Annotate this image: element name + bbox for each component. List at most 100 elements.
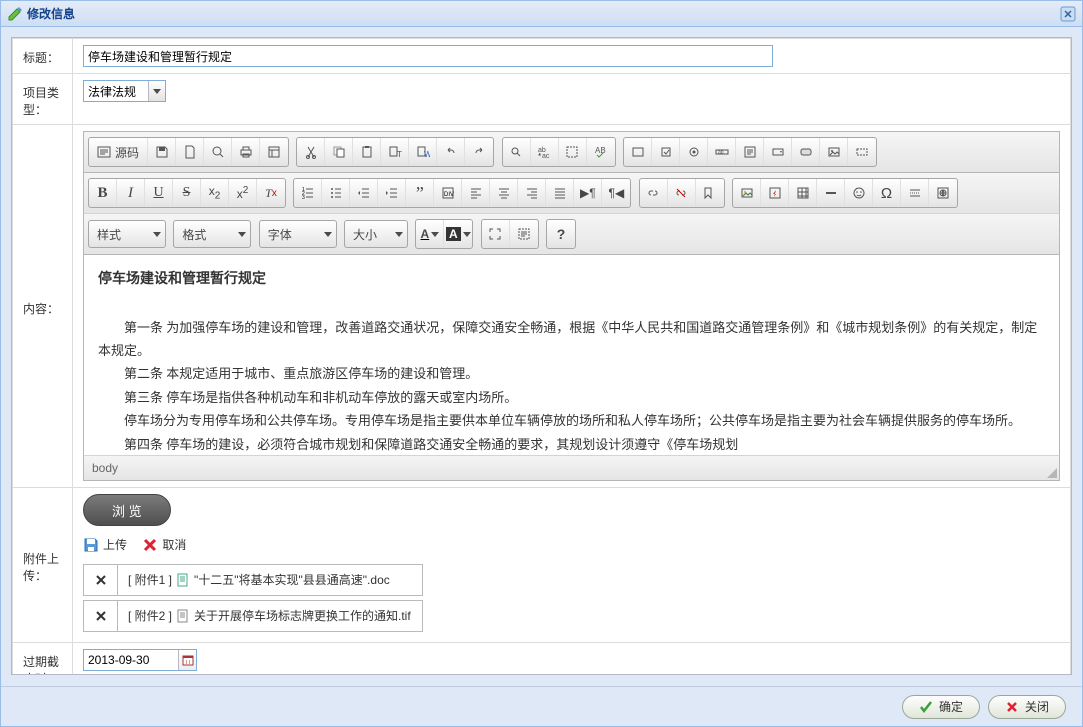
upload-link[interactable]: 上传 <box>83 536 127 553</box>
blockquote-icon[interactable]: ” <box>406 179 434 207</box>
pagebreak-icon[interactable] <box>901 179 929 207</box>
bold-button[interactable]: B <box>89 179 117 207</box>
radio-icon[interactable] <box>680 138 708 166</box>
link-icon[interactable] <box>640 179 668 207</box>
delete-attachment-button[interactable] <box>84 565 118 595</box>
browse-button[interactable]: 浏 览 <box>83 494 171 526</box>
selectall-icon[interactable] <box>559 138 587 166</box>
deadline-input[interactable] <box>84 653 178 667</box>
superscript-button[interactable]: x2 <box>229 179 257 207</box>
removeformat-button[interactable]: Tx <box>257 179 285 207</box>
elements-path[interactable]: body <box>92 461 118 475</box>
align-left-icon[interactable] <box>462 179 490 207</box>
attachment-name: "十二五"将基本实现"县县通高速".doc <box>194 571 390 588</box>
redo-icon[interactable] <box>465 138 493 166</box>
ok-button[interactable]: 确定 <box>902 695 980 719</box>
close-icon[interactable] <box>1060 6 1076 22</box>
form-icon[interactable] <box>624 138 652 166</box>
ltr-icon[interactable]: ▶¶ <box>574 179 602 207</box>
maximize-icon[interactable] <box>482 220 510 248</box>
editor-toolbar-2: B I U S x2 x2 Tx 123 <box>83 172 1060 213</box>
anchor-icon[interactable] <box>696 179 724 207</box>
showblocks-icon[interactable] <box>510 220 538 248</box>
iframe-icon[interactable] <box>929 179 957 207</box>
checkbox-icon[interactable] <box>652 138 680 166</box>
delete-attachment-button[interactable] <box>84 601 118 631</box>
x-icon <box>1005 700 1019 714</box>
resize-grip-icon[interactable] <box>1047 468 1057 478</box>
image-icon[interactable] <box>733 179 761 207</box>
new-page-icon[interactable] <box>176 138 204 166</box>
specialchar-icon[interactable]: Ω <box>873 179 901 207</box>
indent-icon[interactable] <box>378 179 406 207</box>
check-icon <box>919 700 933 714</box>
replace-icon[interactable]: abac <box>531 138 559 166</box>
close-button[interactable]: 关闭 <box>988 695 1066 719</box>
unlink-icon[interactable] <box>668 179 696 207</box>
paste-word-icon[interactable]: W <box>409 138 437 166</box>
flash-icon[interactable] <box>761 179 789 207</box>
deadline-datepicker[interactable] <box>83 649 197 671</box>
outdent-icon[interactable] <box>350 179 378 207</box>
bulletlist-icon[interactable] <box>322 179 350 207</box>
paste-icon[interactable] <box>353 138 381 166</box>
bgcolor-button[interactable]: A <box>444 220 472 248</box>
title-input[interactable] <box>83 45 773 67</box>
smiley-icon[interactable] <box>845 179 873 207</box>
calendar-icon[interactable] <box>178 650 196 670</box>
attachment-row: [ 附件2 ] 关于开展停车场标志牌更换工作的通知.tif <box>83 600 423 632</box>
rich-editor: 源码 <box>83 131 1060 481</box>
styles-select[interactable]: 样式 <box>88 220 166 248</box>
content-heading: 停车场建设和管理暂行规定 <box>98 267 1045 292</box>
strike-button[interactable]: S <box>173 179 201 207</box>
print-icon[interactable] <box>232 138 260 166</box>
align-center-icon[interactable] <box>490 179 518 207</box>
paste-text-icon[interactable]: T <box>381 138 409 166</box>
numberlist-icon[interactable]: 123 <box>294 179 322 207</box>
save-icon <box>83 537 99 553</box>
templates-icon[interactable] <box>260 138 288 166</box>
preview-icon[interactable] <box>204 138 232 166</box>
cancel-link[interactable]: 取消 <box>142 536 186 553</box>
svg-text:ac: ac <box>542 153 550 159</box>
attachment-name: 关于开展停车场标志牌更换工作的通知.tif <box>194 607 411 624</box>
source-button[interactable]: 源码 <box>89 138 148 166</box>
titlebar: 修改信息 <box>1 1 1082 27</box>
align-right-icon[interactable] <box>518 179 546 207</box>
save-icon[interactable] <box>148 138 176 166</box>
project-type-select[interactable] <box>83 80 166 102</box>
hr-icon[interactable] <box>817 179 845 207</box>
imagebtn-icon[interactable] <box>820 138 848 166</box>
project-type-value[interactable] <box>84 81 148 101</box>
textfield-icon[interactable]: ab <box>708 138 736 166</box>
editor-toolbar-3: 样式 格式 字体 大小 A A <box>83 213 1060 255</box>
textcolor-button[interactable]: A <box>416 220 444 248</box>
attachment-row: [ 附件1 ] "十二五"将基本实现"县县通高速".doc <box>83 564 423 596</box>
format-select[interactable]: 格式 <box>173 220 251 248</box>
dialog-footer: 确定 关闭 <box>1 686 1082 726</box>
textarea-icon[interactable] <box>736 138 764 166</box>
button-icon[interactable] <box>792 138 820 166</box>
align-justify-icon[interactable] <box>546 179 574 207</box>
attachment-tag: [ 附件2 ] <box>128 607 172 624</box>
cut-icon[interactable] <box>297 138 325 166</box>
spellcheck-icon[interactable]: AB <box>587 138 615 166</box>
editor-content[interactable]: 停车场建设和管理暂行规定 第一条 为加强停车场的建设和管理，改善道路交通状况，保… <box>83 255 1060 455</box>
size-select[interactable]: 大小 <box>344 220 408 248</box>
editor-statusbar: body <box>83 455 1060 481</box>
copy-icon[interactable] <box>325 138 353 166</box>
help-button[interactable]: ? <box>547 220 575 248</box>
subscript-button[interactable]: x2 <box>201 179 229 207</box>
underline-button[interactable]: U <box>145 179 173 207</box>
rtl-icon[interactable]: ¶◀ <box>602 179 630 207</box>
div-icon[interactable]: DIV <box>434 179 462 207</box>
find-icon[interactable] <box>503 138 531 166</box>
chevron-down-icon[interactable] <box>148 81 165 101</box>
doc-icon <box>176 573 190 587</box>
font-select[interactable]: 字体 <box>259 220 337 248</box>
italic-button[interactable]: I <box>117 179 145 207</box>
select-icon[interactable] <box>764 138 792 166</box>
table-icon[interactable] <box>789 179 817 207</box>
hidden-icon[interactable] <box>848 138 876 166</box>
undo-icon[interactable] <box>437 138 465 166</box>
